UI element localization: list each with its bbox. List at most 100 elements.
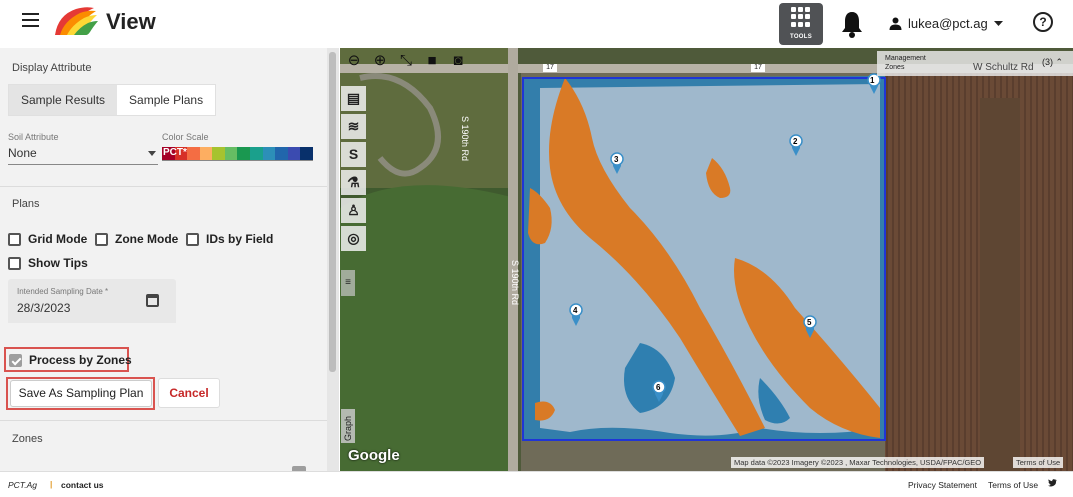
menu-icon[interactable] — [22, 13, 39, 27]
tools-label: TOOLS — [789, 34, 813, 40]
graph-label: Graph — [343, 415, 353, 441]
fit-extent-icon[interactable]: ⤡ — [396, 51, 416, 71]
top-bar: View TOOLS lukea@pct.ag ? — [0, 0, 1073, 48]
soil-attribute-select[interactable]: None — [8, 146, 158, 165]
target-icon[interactable]: ◎ — [341, 226, 366, 251]
color-swatch — [275, 147, 288, 160]
checkbox-icon — [186, 232, 199, 246]
zone-mode-checkbox[interactable]: Zone Mode — [95, 232, 178, 246]
footer-separator: | — [50, 479, 53, 489]
app-logo — [55, 7, 98, 35]
camera-icon[interactable]: ◙ — [448, 51, 468, 71]
satellite-imagery — [340, 48, 1073, 471]
divider — [0, 186, 327, 187]
checkbox-icon — [95, 232, 108, 246]
sampling-date-field[interactable]: Intended Sampling Date * 28/3/2023 — [8, 279, 176, 323]
privacy-statement-link[interactable]: Privacy Statement — [908, 480, 977, 490]
color-swatch — [287, 147, 301, 160]
soil-s-icon[interactable]: S — [341, 142, 366, 167]
sampling-date-label: Intended Sampling Date * — [17, 287, 109, 296]
flask-icon[interactable]: ⚗ — [341, 170, 366, 195]
contact-us-link[interactable]: contact us — [61, 480, 104, 490]
zones-label: Zones — [12, 433, 43, 445]
color-swatch — [300, 147, 313, 160]
page-title: View — [106, 9, 156, 34]
display-attribute-tabs: Sample Results Sample Plans — [8, 84, 217, 116]
route-badge: 17 — [751, 64, 765, 72]
color-swatch — [224, 147, 238, 160]
grid-mode-label: Grid Mode — [28, 232, 88, 246]
color-swatch — [187, 147, 200, 160]
checkbox-checked-icon — [9, 353, 22, 367]
calendar-icon[interactable] — [146, 294, 159, 307]
tools-button[interactable]: TOOLS — [779, 3, 823, 45]
map-toolbar: ⊖ ⊕ ⤡ ■ ◙ — [340, 51, 472, 73]
sampler-icon[interactable]: ♙ — [341, 198, 366, 223]
side-panel: Display Attribute Sample Results Sample … — [0, 48, 327, 471]
show-tips-checkbox[interactable]: Show Tips — [8, 256, 88, 270]
save-as-sampling-plan-button[interactable]: Save As Sampling Plan — [10, 380, 152, 407]
cancel-button[interactable]: Cancel — [158, 378, 220, 408]
drag-handle[interactable]: ≡ — [341, 270, 355, 296]
map-layers-icon[interactable]: ▤ — [341, 86, 366, 111]
help-icon[interactable]: ? — [1033, 12, 1053, 32]
map-view[interactable] — [340, 48, 1073, 471]
checkbox-icon — [8, 256, 21, 270]
zone-mode-label: Zone Mode — [115, 232, 179, 246]
marker-label: 4 — [573, 306, 578, 315]
show-tips-label: Show Tips — [28, 256, 88, 270]
chevron-down-icon — [993, 20, 1003, 26]
checkbox-icon — [8, 232, 21, 246]
color-scale-select[interactable]: PCT* — [162, 147, 313, 161]
chevron-down-icon — [148, 151, 156, 156]
plans-label: Plans — [12, 198, 40, 210]
color-swatch — [262, 147, 276, 160]
color-swatch — [199, 147, 213, 160]
color-scale-label: Color Scale — [162, 132, 209, 142]
user-icon — [889, 17, 902, 30]
user-menu[interactable]: lukea@pct.ag — [889, 16, 1003, 31]
twitter-icon[interactable] — [1048, 479, 1057, 487]
color-swatch — [237, 147, 251, 160]
footer-brand: PCT.Ag — [8, 480, 37, 490]
marker-label: 6 — [656, 383, 661, 392]
soil-attribute-value: None — [8, 146, 37, 160]
tab-sample-results[interactable]: Sample Results — [9, 85, 118, 115]
map-terms-link[interactable]: Terms of Use — [1013, 457, 1064, 468]
road-label: S 190th Rd — [460, 116, 470, 162]
terms-of-use-link[interactable]: Terms of Use — [988, 480, 1038, 490]
process-by-zones-label: Process by Zones — [29, 353, 132, 367]
road-label: W Schultz Rd — [973, 62, 1034, 73]
divider — [0, 420, 327, 421]
management-zones-title: Management Zones — [885, 55, 926, 71]
zoom-in-icon[interactable]: ⊕ — [370, 51, 390, 71]
color-scale-text: PCT* — [163, 147, 187, 158]
soil-attribute-label: Soil Attribute — [8, 132, 59, 142]
sampling-date-value: 28/3/2023 — [17, 301, 71, 315]
zoom-out-icon[interactable]: ⊖ — [344, 51, 364, 71]
notification-bell-icon[interactable] — [840, 10, 864, 38]
color-swatch — [212, 147, 225, 160]
map-attribution: Map data ©2023 Imagery ©2023 , Maxar Tec… — [731, 457, 985, 468]
map-side-tools: ▤ ≋ S ⚗ ♙ ◎ — [341, 86, 366, 254]
road-label: S 190th Rd — [510, 260, 520, 306]
briefcase-icon[interactable]: ■ — [422, 51, 442, 71]
ids-by-field-checkbox[interactable]: IDs by Field — [186, 232, 273, 246]
zone-count: (3) ⌃ — [1041, 57, 1063, 67]
color-swatch — [250, 147, 263, 160]
marker-label: 5 — [807, 318, 812, 327]
process-by-zones-checkbox[interactable]: Process by Zones — [9, 353, 132, 367]
ids-by-field-label: IDs by Field — [206, 232, 274, 246]
management-zones-panel[interactable]: Management Zones W Schultz Rd (3) ⌃ — [877, 51, 1073, 76]
marker-label: 2 — [793, 137, 798, 146]
footer: PCT.Ag | contact us Privacy Statement Te… — [0, 471, 1073, 497]
grid-mode-checkbox[interactable]: Grid Mode — [8, 232, 87, 246]
graph-tab[interactable]: Graph — [341, 409, 355, 443]
user-email: lukea@pct.ag — [908, 16, 988, 31]
marker-label: 1 — [870, 76, 875, 85]
tab-sample-plans[interactable]: Sample Plans — [117, 85, 215, 115]
layers-stack-icon[interactable]: ≋ — [341, 114, 366, 139]
marker-label: 3 — [614, 155, 619, 164]
route-badge: 17 — [543, 64, 557, 72]
panel-scrollbar-thumb[interactable] — [329, 52, 336, 372]
